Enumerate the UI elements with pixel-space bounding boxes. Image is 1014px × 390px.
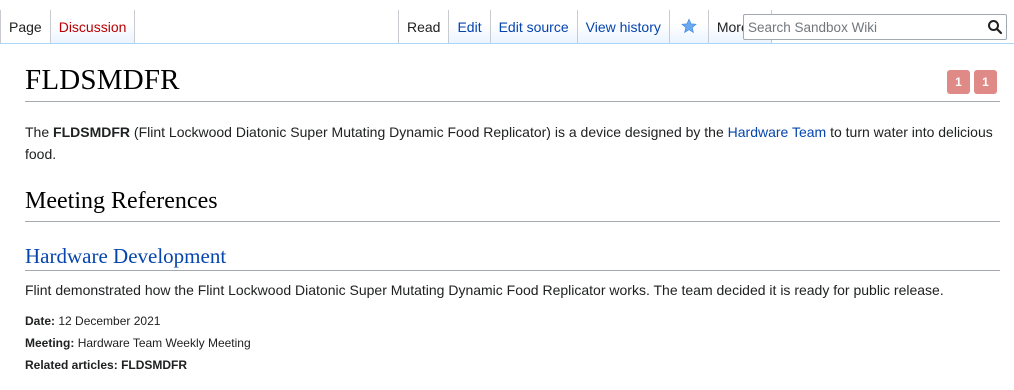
- page-content: FLDSMDFR 1 1 The FLDSMDFR (Flint Lockwoo…: [0, 43, 1014, 390]
- top-tab-bar: Page Discussion Read Edit Edit source Vi…: [0, 0, 1014, 44]
- tab-read-label: Read: [407, 18, 441, 35]
- intro-text-pre: The: [25, 124, 54, 140]
- tab-discussion[interactable]: Discussion: [50, 10, 136, 44]
- tab-page[interactable]: Page: [0, 10, 51, 44]
- notification-badges: 1 1: [947, 70, 997, 94]
- page-title: FLDSMDFR: [25, 64, 180, 96]
- meta-date-label: Date:: [25, 314, 56, 328]
- view-tabs: Read Edit Edit source View history More: [398, 10, 772, 44]
- meta-meeting-label: Meeting:: [25, 336, 75, 350]
- tab-page-label: Page: [9, 18, 42, 35]
- search-icon[interactable]: [987, 19, 1003, 35]
- intro-paragraph: The FLDSMDFR (Flint Lockwood Diatonic Su…: [25, 121, 1000, 165]
- meta-related-value: FLDSMDFR: [121, 358, 188, 372]
- notices-badge[interactable]: 1: [974, 70, 997, 94]
- meta-related-label: Related articles:: [25, 358, 118, 372]
- intro-text-mid: (Flint Lockwood Diatonic Super Mutating …: [130, 124, 728, 140]
- subsection-description: Flint demonstrated how the Flint Lockwoo…: [25, 282, 944, 298]
- tab-view-history-label: View history: [585, 19, 661, 35]
- tab-discussion-label: Discussion: [58, 19, 127, 35]
- tab-read[interactable]: Read: [398, 10, 450, 44]
- watch-star-button[interactable]: [669, 10, 709, 44]
- subsection-heading-hardware-development[interactable]: Hardware Development: [25, 244, 226, 269]
- tab-edit-source-label: Edit source: [498, 19, 569, 35]
- search-box: [743, 14, 1007, 40]
- section-divider: [25, 221, 1000, 222]
- intro-bold-term: FLDSMDFR: [53, 124, 131, 140]
- tab-view-history[interactable]: View history: [577, 10, 670, 44]
- tab-edit-source[interactable]: Edit source: [490, 10, 578, 44]
- meta-related: Related articles: FLDSMDFR: [25, 358, 187, 372]
- search-input[interactable]: [744, 15, 980, 39]
- hardware-team-link[interactable]: Hardware Team: [728, 124, 827, 140]
- meta-meeting: Meeting: Hardware Team Weekly Meeting: [25, 336, 251, 350]
- title-divider: [25, 101, 1000, 102]
- tab-edit[interactable]: Edit: [449, 10, 491, 44]
- meta-date: Date: 12 December 2021: [25, 314, 160, 328]
- section-heading-meeting-references: Meeting References: [25, 188, 218, 214]
- alerts-badge[interactable]: 1: [947, 70, 970, 94]
- meta-date-value: 12 December 2021: [58, 314, 161, 328]
- namespace-tabs: Page Discussion: [0, 10, 136, 44]
- tab-edit-label: Edit: [457, 19, 482, 35]
- meta-meeting-value: Hardware Team Weekly Meeting: [77, 336, 251, 350]
- star-icon: [681, 17, 697, 37]
- subsection-divider: [25, 270, 1000, 271]
